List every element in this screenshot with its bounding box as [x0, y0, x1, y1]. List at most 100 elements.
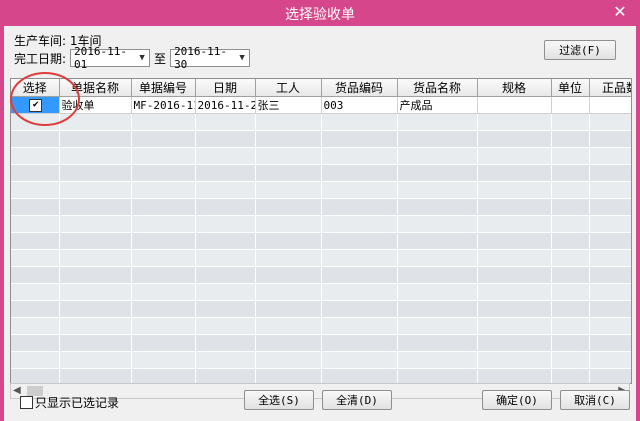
empty-cell [321, 130, 398, 148]
empty-cell [321, 334, 398, 352]
empty-cell [195, 113, 256, 131]
empty-cell [589, 232, 631, 250]
empty-cell [397, 198, 478, 216]
doc-no-cell: MF-2016-11- [131, 96, 196, 114]
column-header[interactable]: 选择 [11, 79, 60, 97]
empty-cell [477, 215, 552, 233]
empty-cell [11, 147, 60, 165]
empty-cell [131, 130, 196, 148]
empty-cell [59, 334, 132, 352]
empty-row [11, 249, 631, 267]
empty-cell [477, 351, 552, 369]
row-checkbox[interactable]: ✔ [29, 98, 43, 112]
empty-cell [131, 368, 196, 383]
empty-cell [255, 164, 322, 182]
date-row: 完工日期: 2016-11-01 ▼ 至 2016-11-30 ▼ [14, 45, 251, 71]
empty-cell [477, 249, 552, 267]
window-title: 选择验收单 [285, 7, 355, 23]
empty-cell [589, 300, 631, 318]
chevron-down-icon[interactable]: ▼ [235, 53, 249, 63]
empty-cell [551, 283, 590, 301]
empty-row [11, 198, 631, 216]
empty-cell [589, 164, 631, 182]
empty-cell [131, 181, 196, 199]
empty-cell [477, 232, 552, 250]
empty-cell [397, 334, 478, 352]
empty-cell [11, 113, 60, 131]
select-cell[interactable]: ✔ [11, 96, 60, 114]
empty-cell [255, 368, 322, 383]
date-from-select[interactable]: 2016-11-01 ▼ [70, 45, 151, 71]
show-selected-toggle[interactable]: 只显示已选记录 [20, 394, 119, 411]
date-to-select[interactable]: 2016-11-30 ▼ [170, 45, 251, 71]
empty-cell [477, 147, 552, 165]
clear-all-button[interactable]: 全清(D) [322, 390, 392, 410]
ok-button[interactable]: 确定(O) [482, 390, 552, 410]
worker-cell: 张三 [255, 96, 322, 114]
empty-cell [11, 249, 60, 267]
empty-cell [397, 283, 478, 301]
column-header[interactable]: 工人 [255, 79, 322, 97]
cancel-button[interactable]: 取消(C) [560, 390, 630, 410]
column-header[interactable]: 正品数 [589, 79, 631, 97]
empty-cell [11, 351, 60, 369]
empty-cell [255, 232, 322, 250]
empty-cell [59, 283, 132, 301]
empty-cell [11, 334, 60, 352]
column-header[interactable]: 日期 [195, 79, 256, 97]
empty-row [11, 181, 631, 199]
empty-cell [477, 317, 552, 335]
empty-cell [11, 232, 60, 250]
empty-row [11, 300, 631, 318]
empty-cell [551, 368, 590, 383]
empty-cell [255, 113, 322, 131]
empty-cell [131, 113, 196, 131]
empty-cell [59, 368, 132, 383]
show-selected-checkbox[interactable] [20, 396, 33, 409]
close-icon[interactable]: ✕ [610, 2, 630, 22]
empty-cell [59, 164, 132, 182]
empty-cell [397, 368, 478, 383]
date-to-value: 2016-11-30 [174, 45, 228, 71]
empty-row [11, 266, 631, 284]
empty-cell [59, 249, 132, 267]
empty-cell [551, 232, 590, 250]
empty-cell [59, 266, 132, 284]
empty-row [11, 130, 631, 148]
empty-cell [321, 113, 398, 131]
empty-cell [551, 164, 590, 182]
column-header[interactable]: 规格 [477, 79, 552, 97]
column-header[interactable]: 单据名称 [59, 79, 132, 97]
empty-cell [59, 113, 132, 131]
empty-cell [551, 198, 590, 216]
column-header[interactable]: 单位 [551, 79, 590, 97]
empty-cell [195, 317, 256, 335]
table-row[interactable]: ✔ 验收单 MF-2016-11- 2016-11-23 张三 003 产成品 [11, 96, 631, 114]
column-header[interactable]: 货品编码 [321, 79, 398, 97]
empty-cell [11, 164, 60, 182]
chevron-down-icon[interactable]: ▼ [135, 53, 149, 63]
empty-cell [321, 300, 398, 318]
empty-cell [11, 130, 60, 148]
empty-cell [551, 113, 590, 131]
empty-cell [589, 198, 631, 216]
empty-cell [321, 266, 398, 284]
column-header[interactable]: 货品名称 [397, 79, 478, 97]
empty-cell [255, 215, 322, 233]
empty-cell [321, 198, 398, 216]
empty-cell [551, 249, 590, 267]
column-header[interactable]: 单据编号 [131, 79, 196, 97]
empty-row [11, 283, 631, 301]
empty-cell [589, 334, 631, 352]
empty-cell [397, 130, 478, 148]
filter-button[interactable]: 过滤(F) [544, 40, 616, 60]
empty-cell [589, 249, 631, 267]
empty-cell [477, 181, 552, 199]
empty-cell [195, 300, 256, 318]
select-all-button[interactable]: 全选(S) [244, 390, 314, 410]
empty-cell [551, 130, 590, 148]
empty-row [11, 317, 631, 335]
empty-cell [255, 351, 322, 369]
records-grid: 选择 单据名称 单据编号 日期 工人 货品编码 货品名称 规格 单位 正品数 ✔… [10, 78, 632, 384]
empty-cell [477, 130, 552, 148]
